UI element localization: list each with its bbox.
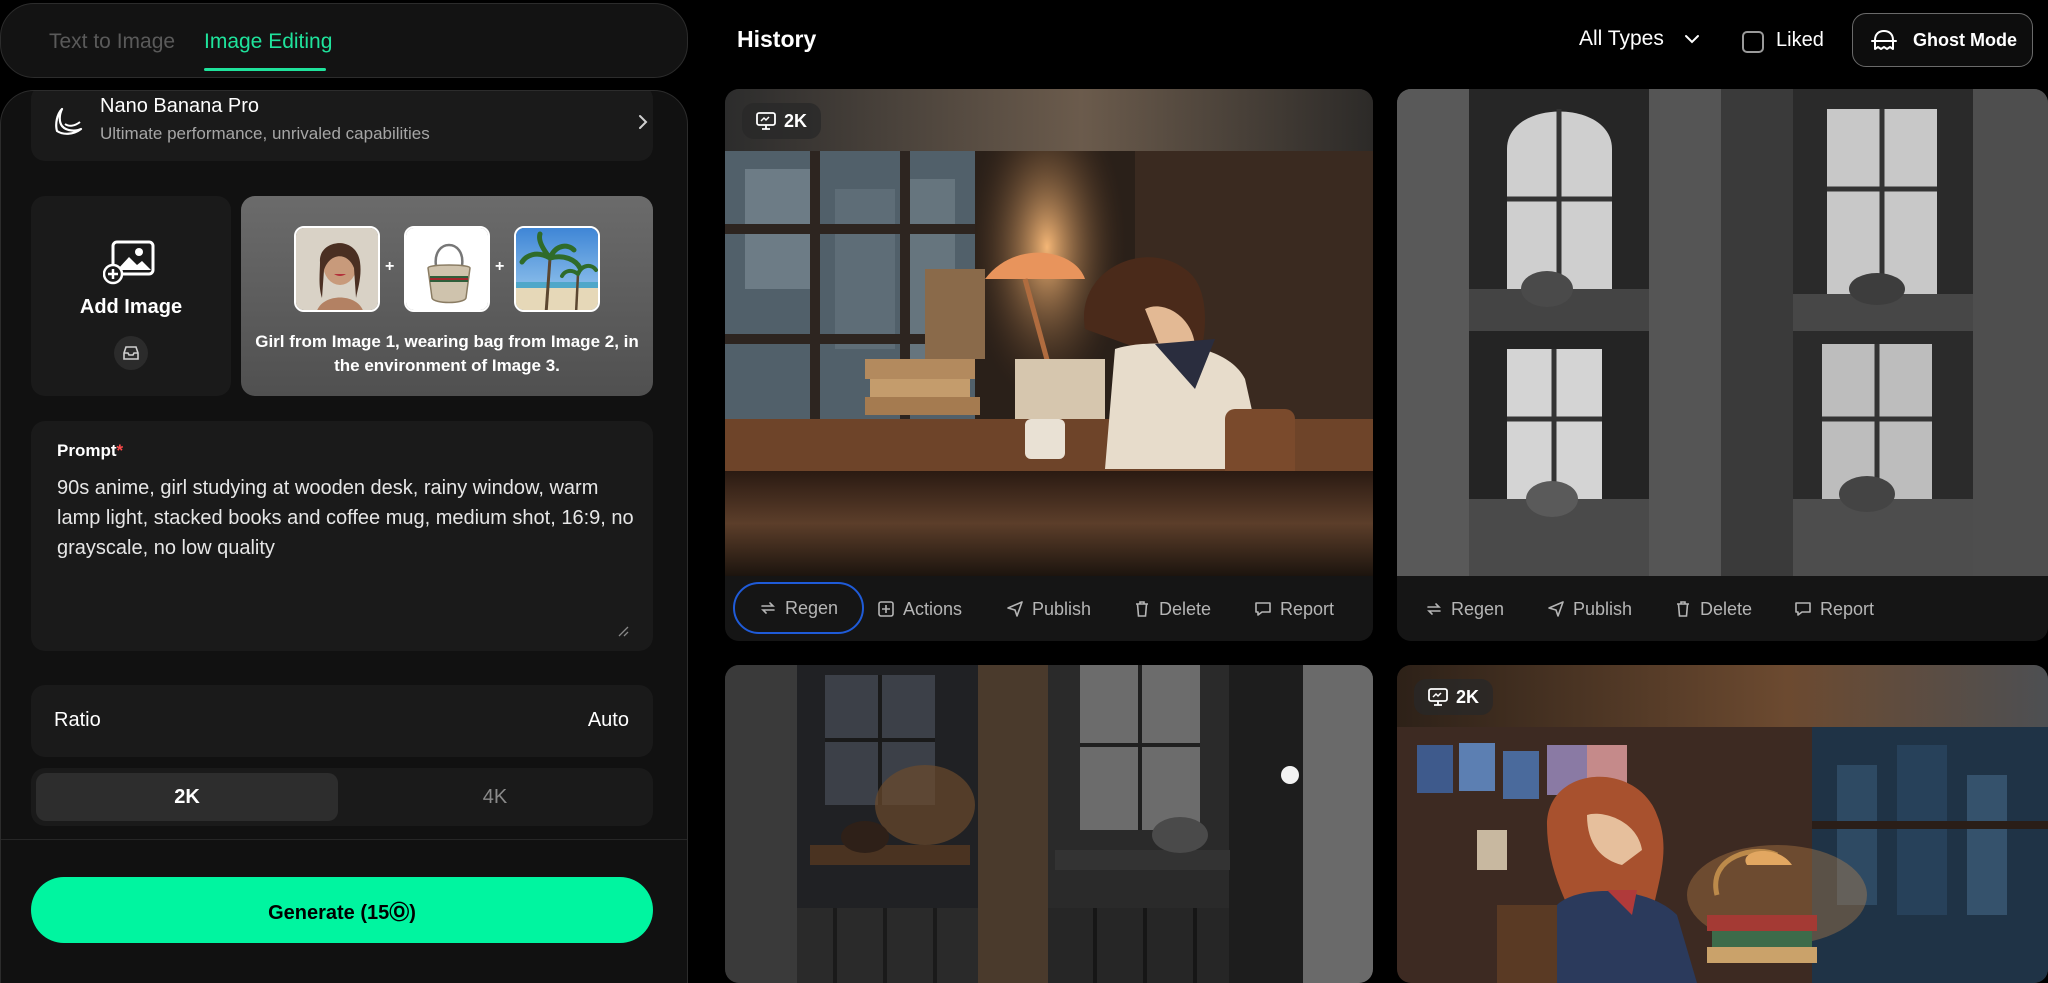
publish-button[interactable]: Publish [1006, 595, 1091, 623]
report-icon [1255, 602, 1271, 616]
required-mark: * [116, 441, 124, 460]
publish-button[interactable]: Publish [1547, 595, 1632, 623]
report-button[interactable]: Report [1254, 595, 1334, 623]
image-library-icon[interactable] [114, 336, 148, 370]
tab-image-editing[interactable]: Image Editing [204, 30, 332, 54]
monitor-icon [756, 112, 776, 130]
plus-sign: + [385, 258, 395, 275]
ghost-mode-button[interactable]: Ghost Mode [1852, 13, 2033, 67]
prompt-label: Prompt* [57, 441, 124, 460]
model-name: Nano Banana Pro [100, 95, 260, 117]
actions-button[interactable]: Actions [877, 595, 962, 623]
prompt-box[interactable]: Prompt* 90s anime, girl studying at wood… [31, 421, 653, 651]
report-button[interactable]: Report [1794, 595, 1874, 623]
example-thumb-beach [514, 226, 600, 312]
history-card[interactable]: 2K [1397, 665, 2048, 983]
monitor-icon [1428, 688, 1448, 706]
ghost-mode-label: Ghost Mode [1913, 30, 2017, 50]
report-icon [1795, 602, 1811, 616]
resolution-toggle: 2K 4K [31, 768, 653, 826]
settings-panel: Nano Banana Pro Ultimate performance, un… [0, 90, 688, 983]
send-icon [1007, 601, 1023, 617]
model-description: Ultimate performance, unrivaled capabili… [100, 124, 430, 143]
resolution-option-2k[interactable]: 2K [36, 773, 338, 821]
plus-box-icon [878, 601, 894, 617]
history-card[interactable]: Regen Publish Delete Report [1397, 89, 2048, 641]
ghost-icon [1871, 29, 1897, 53]
trash-icon [1136, 601, 1148, 617]
add-image-label: Add Image [79, 296, 183, 318]
regen-icon [1427, 603, 1441, 615]
generated-image-desk-color[interactable] [725, 89, 1373, 576]
delete-button[interactable]: Delete [1674, 595, 1752, 623]
example-composition[interactable]: + + Girl from Image 1, wearing bag from … [241, 196, 653, 396]
regen-icon [761, 602, 775, 614]
active-tab-indicator [204, 68, 326, 71]
regen-button[interactable]: Regen [733, 582, 865, 634]
trash-icon [1677, 601, 1689, 617]
resize-handle-icon[interactable] [617, 625, 629, 637]
generated-image-grid-dark[interactable] [725, 665, 1373, 983]
history-card[interactable] [725, 665, 1373, 983]
type-filter-dropdown[interactable]: All Types [1579, 27, 1664, 51]
chevron-right-icon [637, 113, 649, 131]
resolution-badge: 2K [742, 103, 822, 139]
example-thumb-portrait [294, 226, 380, 312]
add-image-icon [103, 240, 159, 286]
page-title: History [737, 26, 817, 52]
ratio-label: Ratio [54, 709, 101, 731]
delete-button[interactable]: Delete [1133, 595, 1211, 623]
regen-button[interactable]: Regen [1425, 595, 1504, 623]
ratio-value: Auto [587, 709, 629, 731]
example-thumb-bag [404, 226, 490, 312]
prompt-input[interactable]: 90s anime, girl studying at wooden desk,… [57, 473, 637, 563]
send-icon [1548, 601, 1564, 617]
generate-button[interactable]: Generate (15Ⓞ) [31, 877, 653, 943]
liked-label[interactable]: Liked [1776, 29, 1824, 52]
tab-text-to-image[interactable]: Text to Image [49, 30, 175, 54]
generated-image-room-color[interactable] [1397, 665, 2048, 983]
chevron-down-icon[interactable] [1684, 33, 1700, 45]
ratio-selector[interactable]: Ratio Auto [31, 685, 653, 757]
history-card[interactable]: 2K Regen Actions Publish Delete Report [725, 89, 1373, 641]
card-actions: Regen Actions Publish Delete Report [725, 576, 1373, 641]
generated-image-grid-grayscale[interactable] [1397, 89, 2048, 576]
mode-tabs: Text to Image Image Editing [0, 3, 688, 78]
resolution-option-4k[interactable]: 4K [344, 773, 646, 821]
example-caption: Girl from Image 1, wearing bag from Imag… [255, 332, 639, 375]
resolution-badge: 2K [1414, 679, 1494, 715]
model-selector[interactable]: Nano Banana Pro Ultimate performance, un… [31, 91, 653, 161]
divider [1, 839, 687, 840]
banana-logo-icon [53, 105, 87, 139]
liked-checkbox[interactable] [1742, 31, 1764, 53]
card-actions: Regen Publish Delete Report [1397, 576, 2048, 641]
add-image-button[interactable]: Add Image [31, 196, 231, 396]
plus-sign: + [495, 258, 505, 275]
